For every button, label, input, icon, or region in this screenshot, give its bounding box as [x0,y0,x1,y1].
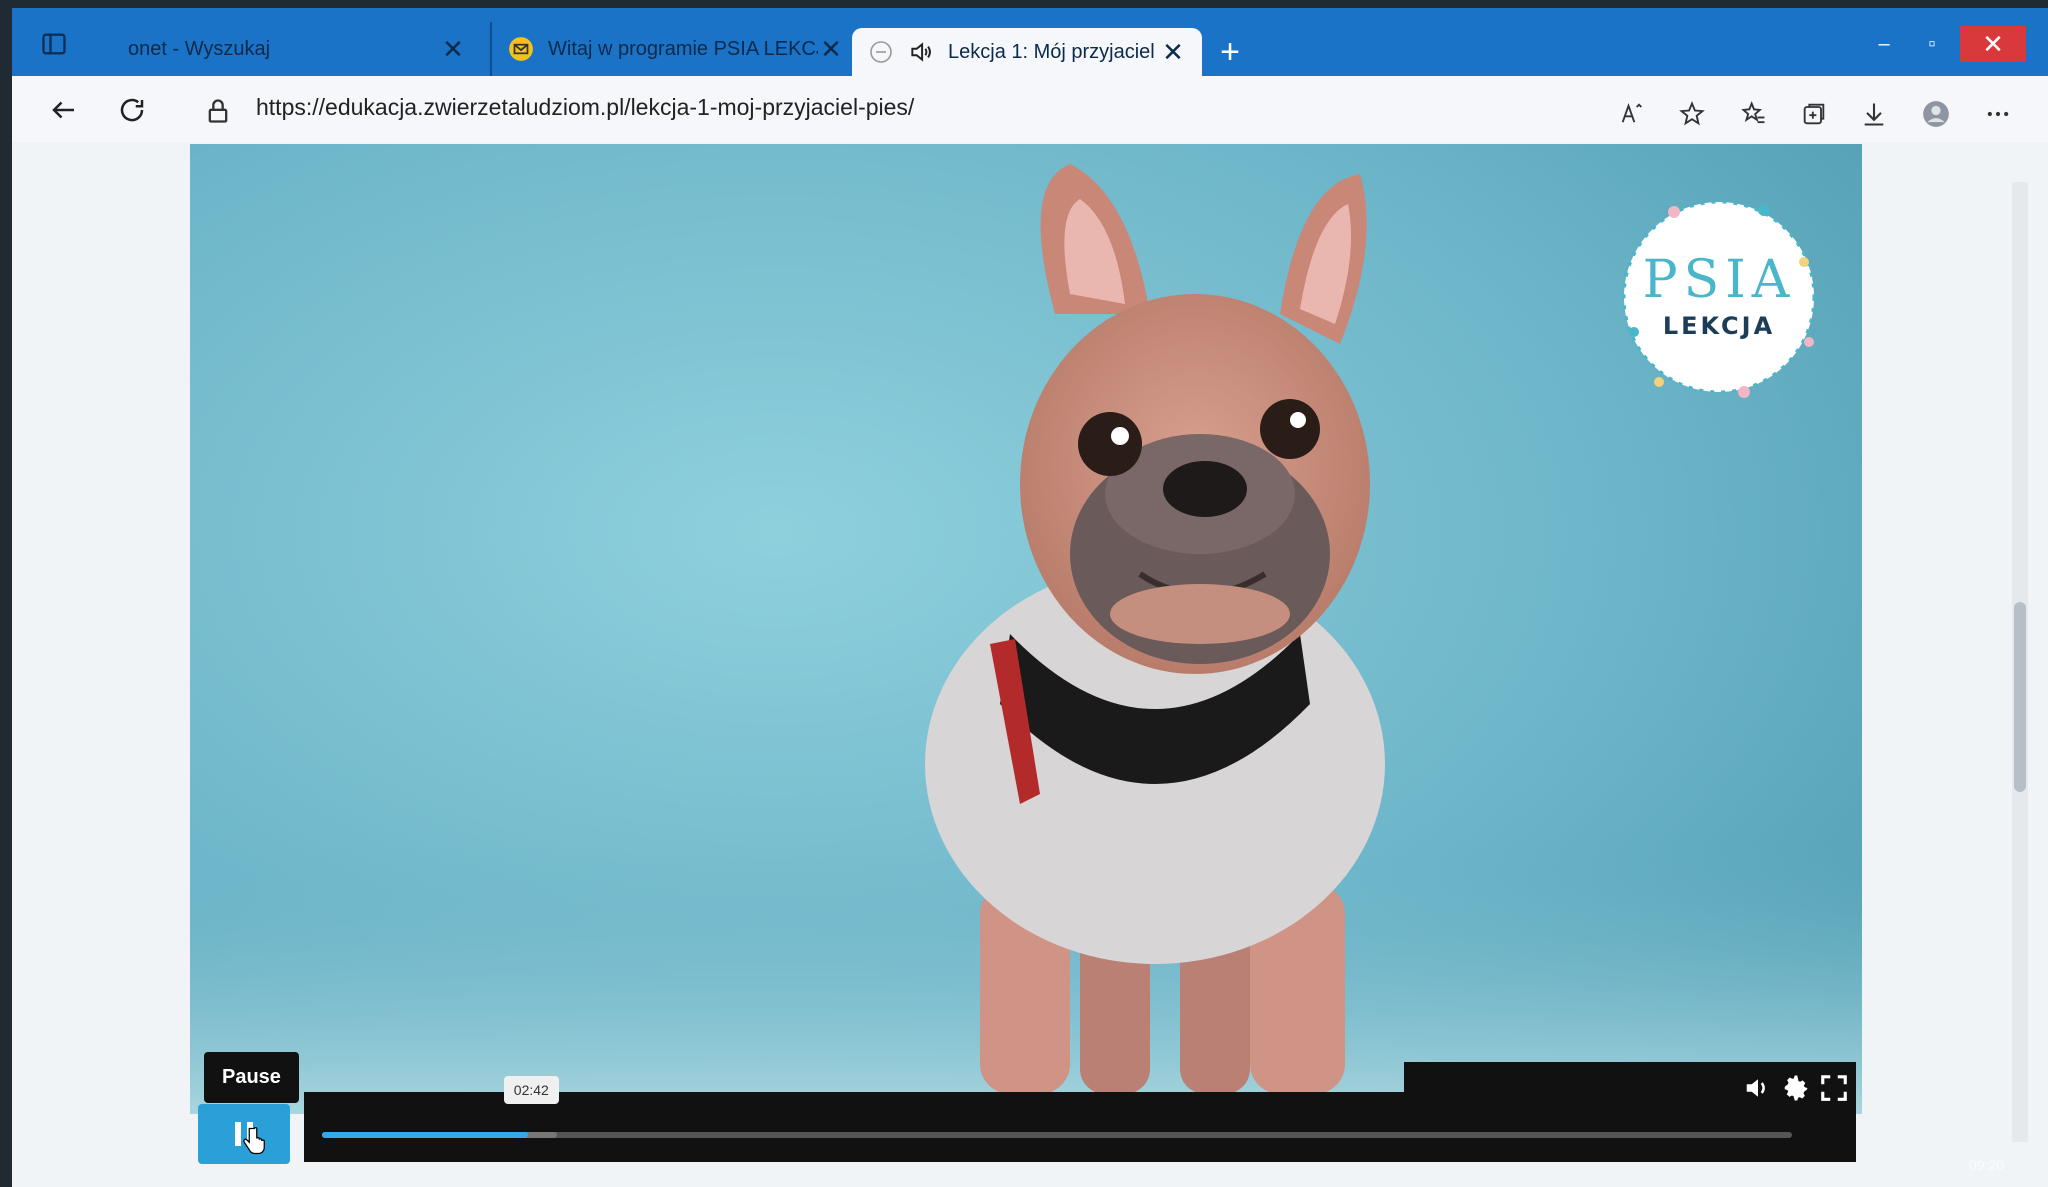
video-player[interactable]: PSIA LEKCJA Pause [190,144,1862,1114]
video-frame-dog-photo [190,144,1862,1114]
new-tab-button[interactable]: + [1210,32,1250,72]
reload-icon [120,98,144,122]
fullscreen-icon[interactable] [1816,1070,1852,1106]
tab-strip: onet - Wyszukaj ✕ Witaj w programie PSIA… [12,8,2048,76]
add-favorite-icon[interactable] [1672,94,1712,134]
hand-cursor-icon [243,1126,265,1155]
tab-actions-icon [42,33,66,55]
progress-track[interactable] [322,1132,1792,1138]
downloads-icon[interactable] [1854,94,1894,134]
played-bar [322,1132,528,1138]
video-controls-bar: 02:42 [304,1062,1856,1162]
reload-button[interactable] [110,88,154,132]
close-window-button[interactable]: ✕ [1960,26,2026,62]
collections-icon[interactable] [1794,94,1834,134]
pause-button[interactable] [198,1104,290,1164]
more-menu-icon[interactable] [1978,94,2018,134]
logo-psia: PSIA [1642,250,1796,310]
tab-psia-lekcja-welcome[interactable]: Witaj w programie PSIA LEKCJA! ✕ [490,22,860,76]
address-bar[interactable]: https://edukacja.zwierzetaludziom.pl/lek… [256,94,914,121]
close-tab-icon[interactable]: ✕ [440,34,466,64]
back-button[interactable] [42,88,86,132]
browser-window: onet - Wyszukaj ✕ Witaj w programie PSIA… [12,8,2048,1187]
tab-title: onet - Wyszukaj [128,37,271,60]
time-tooltip: 02:42 [503,1076,559,1104]
mail-favicon-icon [508,36,534,62]
scrollbar-thumb[interactable] [2014,602,2026,792]
tab-title: Lekcja 1: Mój przyjaciel pies [948,40,1160,63]
favorites-icon[interactable] [1734,94,1774,134]
minimize-button[interactable]: – [1860,26,1908,62]
tab-onet-search[interactable]: onet - Wyszukaj ✕ [112,22,482,76]
page-content: PSIA LEKCJA Pause [12,142,2048,1187]
settings-gear-icon[interactable] [1778,1070,1814,1106]
speaker-audio-icon[interactable] [908,39,934,65]
page-favicon-icon [868,39,894,65]
tab-actions-button[interactable] [26,24,82,64]
browser-toolbar: https://edukacja.zwierzetaludziom.pl/lek… [12,76,2048,142]
profile-avatar-icon[interactable] [1916,94,1956,134]
volume-icon[interactable] [1740,1070,1776,1106]
taskbar-clock: 09:20 [1968,1157,2004,1173]
pause-tooltip: Pause [204,1052,299,1103]
tab-lekcja-1-active[interactable]: Lekcja 1: Mój przyjaciel pies ✕ [852,28,1202,76]
logo-text: PSIA LEKCJA [1614,192,1824,402]
close-tab-icon[interactable]: ✕ [818,34,844,64]
maximize-button[interactable]: ▫ [1908,26,1956,62]
arrow-left-icon [52,101,74,119]
lock-icon[interactable] [204,96,232,126]
page-scrollbar[interactable] [2012,182,2028,1142]
tab-title: Witaj w programie PSIA LEKCJA! [548,37,818,60]
read-aloud-icon[interactable] [1612,94,1652,134]
close-tab-icon[interactable]: ✕ [1160,37,1186,67]
logo-lekcja: LEKCJA [1662,312,1776,340]
